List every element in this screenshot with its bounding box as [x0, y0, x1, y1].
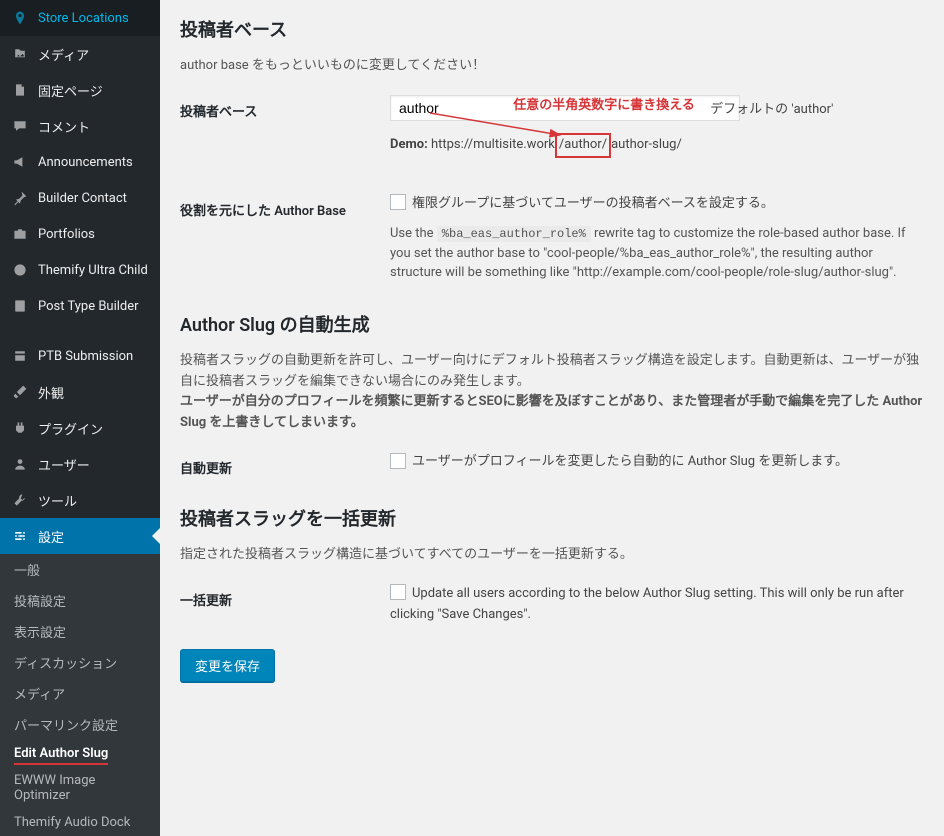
sidebar-item-label: 設定 [38, 527, 64, 546]
sidebar-item-label: メディア [38, 45, 89, 64]
sidebar-item-store-locations[interactable]: Store Locations [0, 0, 160, 36]
submenu-writing[interactable]: 投稿設定 [0, 585, 160, 616]
role-based-checkbox-text: 権限グループに基づいてユーザーの投稿者ベースを設定する。 [412, 196, 774, 211]
section-author-base-heading: 投稿者ベース [180, 16, 924, 42]
sidebar-item-comments[interactable]: コメント [0, 108, 160, 144]
demo-line: Demo: https://multisite.work/author/auth… [390, 133, 924, 158]
sidebar-item-pages[interactable]: 固定ページ [0, 72, 160, 108]
sidebar-item-label: 固定ページ [38, 81, 103, 100]
sidebar-item-ptb-submission[interactable]: PTB Submission [0, 338, 160, 374]
megaphone-icon [10, 152, 30, 172]
rewrite-tag-code: %ba_eas_author_role% [437, 226, 591, 242]
pin2-icon [10, 188, 30, 208]
bulk-update-checkbox[interactable] [390, 584, 406, 600]
demo-prefix: https://multisite.work [431, 137, 555, 152]
bulk-update-checkbox-text: Update all users according to the below … [390, 586, 904, 622]
role-based-checkbox[interactable] [390, 194, 406, 210]
sidebar-item-tools[interactable]: ツール [0, 482, 160, 518]
section-bulk-heading: 投稿者スラッグを一括更新 [180, 505, 924, 531]
sidebar-item-users[interactable]: ユーザー [0, 446, 160, 482]
sidebar-item-label: Themify Ultra Child [38, 263, 148, 278]
ptb-icon [10, 296, 30, 316]
sidebar-item-label: Post Type Builder [38, 299, 139, 314]
plugin-icon [10, 418, 30, 438]
comment-icon [10, 116, 30, 136]
sidebar-item-themify-ultra[interactable]: Themify Ultra Child [0, 252, 160, 288]
media-icon [10, 44, 30, 64]
brush-icon [10, 382, 30, 402]
theme-icon [10, 260, 30, 280]
demo-highlighted-segment: /author/ [555, 133, 611, 158]
sidebar-item-plugins[interactable]: プラグイン [0, 410, 160, 446]
sidebar-item-label: ユーザー [38, 455, 90, 474]
save-button[interactable]: 変更を保存 [180, 649, 275, 682]
auto-update-checkbox-text: ユーザーがプロフィールを変更したら自動的に Author Slug を更新します… [412, 454, 848, 469]
sidebar-item-label: PTB Submission [38, 349, 133, 364]
submenu-ewww[interactable]: EWWW Image Optimizer [0, 767, 160, 809]
sidebar-item-label: 外観 [38, 383, 64, 402]
sidebar-item-ptb[interactable]: Post Type Builder [0, 288, 160, 324]
author-base-desc: author base をもっといいものに変更してください！ [180, 56, 924, 77]
sidebar-item-label: Store Locations [38, 11, 129, 26]
default-note: デフォルトの 'author' [710, 102, 833, 117]
sidebar-item-settings[interactable]: 設定 [0, 518, 160, 554]
section-autogen-heading: Author Slug の自動生成 [180, 311, 924, 337]
portfolio-icon [10, 224, 30, 244]
submenu-permalinks[interactable]: パーマリンク設定 [0, 709, 160, 740]
main-content: 投稿者ベース author base をもっといいものに変更してください！ 投稿… [160, 0, 944, 836]
sidebar-item-label: Announcements [38, 155, 133, 170]
auto-update-label: 自動更新 [180, 452, 390, 477]
sidebar-item-label: Builder Contact [38, 191, 127, 206]
sidebar-item-label: Portfolios [38, 227, 95, 242]
submenu-media[interactable]: メディア [0, 678, 160, 709]
bulk-desc: 指定された投稿者スラッグ構造に基づいてすべてのユーザーを一括更新する。 [180, 545, 924, 566]
bulk-update-label: 一括更新 [180, 584, 390, 609]
users-icon [10, 454, 30, 474]
submenu-edit-author-slug[interactable]: Edit Author Slug [14, 744, 108, 765]
admin-sidebar: Store Locations メディア 固定ページ コメント Announce… [0, 0, 160, 836]
annotation-text: 任意の半角英数字に書き換える [513, 98, 695, 113]
demo-label: Demo: [390, 137, 428, 152]
sidebar-item-appearance[interactable]: 外観 [0, 374, 160, 410]
auto-update-checkbox[interactable] [390, 453, 406, 469]
author-base-label: 投稿者ベース [180, 95, 390, 120]
autogen-desc: 投稿者スラッグの自動更新を許可し、ユーザー向けにデフォルト投稿者スラッグ構造を設… [180, 351, 924, 434]
bulk-update-checkbox-wrap[interactable]: Update all users according to the below … [390, 586, 904, 622]
sidebar-item-label: プラグイン [38, 419, 103, 438]
settings-submenu: 一般 投稿設定 表示設定 ディスカッション メディア パーマリンク設定 Edit… [0, 554, 160, 836]
sidebar-item-portfolios[interactable]: Portfolios [0, 216, 160, 252]
role-help-text: Use the %ba_eas_author_role% rewrite tag… [390, 224, 924, 283]
role-based-checkbox-wrap[interactable]: 権限グループに基づいてユーザーの投稿者ベースを設定する。 [390, 196, 774, 211]
tools-icon [10, 490, 30, 510]
auto-update-checkbox-wrap[interactable]: ユーザーがプロフィールを変更したら自動的に Author Slug を更新します… [390, 454, 848, 469]
sidebar-item-builder-contact[interactable]: Builder Contact [0, 180, 160, 216]
submenu-discussion[interactable]: ディスカッション [0, 647, 160, 678]
submenu-reading[interactable]: 表示設定 [0, 616, 160, 647]
submit-icon [10, 346, 30, 366]
sidebar-item-media[interactable]: メディア [0, 36, 160, 72]
sidebar-item-label: ツール [38, 491, 77, 510]
demo-suffix: author-slug/ [611, 137, 682, 152]
sidebar-item-announcements[interactable]: Announcements [0, 144, 160, 180]
submenu-general[interactable]: 一般 [0, 554, 160, 585]
pin-icon [10, 8, 30, 28]
settings-icon [10, 526, 30, 546]
page-icon [10, 80, 30, 100]
submenu-themify-audio[interactable]: Themify Audio Dock [0, 809, 160, 836]
role-based-label: 役割を元にした Author Base [180, 194, 390, 219]
sidebar-item-label: コメント [38, 117, 90, 136]
